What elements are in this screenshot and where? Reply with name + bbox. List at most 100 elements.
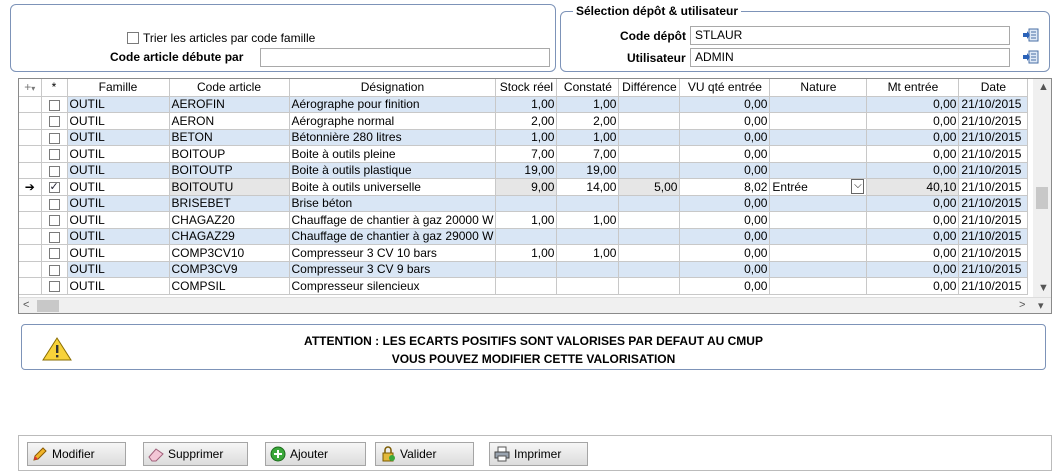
grid-vertical-scrollbar[interactable]: ▲ ▼ — [1033, 79, 1051, 297]
row-checkbox-cell[interactable] — [41, 162, 68, 179]
code-article-cell[interactable]: CHAGAZ29 — [169, 228, 290, 245]
constate-cell[interactable] — [556, 195, 620, 212]
code-article-cell[interactable]: BRISEBET — [169, 195, 290, 212]
constate-cell[interactable]: 1,00 — [556, 244, 620, 262]
table-row[interactable]: OUTIL BOITOUP Boite à outils pleine 7,00 7,0… — [19, 145, 1029, 163]
date-cell[interactable]: 21/10/2015 — [958, 228, 1029, 245]
vu-qte-entree-cell[interactable]: 0,00 — [679, 244, 771, 262]
difference-cell[interactable] — [618, 195, 681, 212]
stock-reel-cell[interactable] — [495, 228, 558, 245]
scroll-corner-down-icon[interactable]: ▾ — [1038, 299, 1044, 312]
row-checkbox-cell[interactable] — [41, 261, 68, 278]
col-vu-qte-entree[interactable]: VU qté entrée — [679, 79, 771, 97]
vu-qte-entree-cell[interactable]: 0,00 — [679, 129, 771, 146]
row-checkbox-cell[interactable] — [41, 211, 68, 229]
sort-by-family-checkbox[interactable] — [127, 32, 139, 44]
constate-cell[interactable]: 1,00 — [556, 96, 620, 113]
designation-cell[interactable]: Brise béton — [289, 195, 497, 212]
mt-entree-cell[interactable]: 0,00 — [866, 112, 960, 130]
designation-cell[interactable]: Compresseur 3 CV 9 bars — [289, 261, 497, 278]
mt-entree-cell[interactable]: 40,10 — [866, 178, 960, 196]
famille-cell[interactable]: OUTIL — [67, 112, 170, 130]
constate-cell[interactable]: 1,00 — [556, 211, 620, 229]
famille-cell[interactable]: OUTIL — [67, 261, 170, 278]
row-select-checkbox[interactable] — [48, 132, 60, 144]
famille-cell[interactable]: OUTIL — [67, 162, 170, 179]
table-row[interactable]: OUTIL AERON Aérographe normal 2,00 2,00 0,00 0… — [19, 112, 1029, 130]
scroll-up-icon[interactable]: ▲ — [1038, 81, 1049, 93]
famille-cell[interactable]: OUTIL — [67, 228, 170, 245]
row-checkbox-cell[interactable] — [41, 195, 68, 212]
famille-cell[interactable]: OUTIL — [67, 211, 170, 229]
constate-cell[interactable] — [556, 228, 620, 245]
code-article-cell[interactable]: COMPSIL — [169, 277, 290, 295]
scroll-left-icon[interactable]: < — [23, 299, 29, 311]
vu-qte-entree-cell[interactable]: 0,00 — [679, 145, 771, 163]
designation-cell[interactable]: Chauffage de chantier à gaz 20000 W — [289, 211, 497, 229]
row-checkbox-cell[interactable] — [41, 244, 68, 262]
constate-cell[interactable]: 1,00 — [556, 129, 620, 146]
nature-cell[interactable] — [769, 129, 868, 146]
vu-qte-entree-cell[interactable]: 0,00 — [679, 261, 771, 278]
depot-input[interactable]: STLAUR — [690, 26, 1010, 45]
difference-cell[interactable] — [618, 277, 681, 295]
col-code-article[interactable]: Code article — [169, 79, 290, 97]
famille-cell[interactable]: OUTIL — [67, 195, 170, 212]
table-row[interactable]: ➔ OUTILBOITOUTUBoite à outils universelle… — [19, 178, 1029, 196]
date-cell[interactable]: 21/10/2015 — [958, 211, 1029, 229]
nature-cell[interactable] — [769, 261, 868, 278]
stock-reel-cell[interactable]: 1,00 — [495, 96, 558, 113]
mt-entree-cell[interactable]: 0,00 — [866, 277, 960, 295]
col-date[interactable]: Date — [958, 79, 1029, 97]
table-row[interactable]: OUTIL COMP3CV9 Compresseur 3 CV 9 bars 0,00… — [19, 261, 1029, 278]
mt-entree-cell[interactable]: 0,00 — [866, 261, 960, 278]
designation-cell[interactable]: Chauffage de chantier à gaz 29000 W — [289, 228, 497, 245]
col-famille[interactable]: Famille — [67, 79, 170, 97]
date-cell[interactable]: 21/10/2015 — [958, 145, 1029, 163]
nature-cell[interactable] — [769, 162, 868, 179]
col-nature[interactable]: Nature — [769, 79, 868, 97]
mt-entree-cell[interactable]: 0,00 — [866, 244, 960, 262]
designation-cell[interactable]: Bétonnière 280 litres — [289, 129, 497, 146]
vu-qte-entree-cell[interactable]: 0,00 — [679, 211, 771, 229]
col-constate[interactable]: Constaté — [556, 79, 620, 97]
difference-cell[interactable] — [618, 228, 681, 245]
designation-cell[interactable]: Boite à outils pleine — [289, 145, 497, 163]
code-article-cell[interactable]: BOITOUP — [169, 145, 290, 163]
row-select-checkbox[interactable] — [48, 198, 60, 210]
vu-qte-entree-cell[interactable]: 0,00 — [679, 195, 771, 212]
scroll-right-icon[interactable]: > — [1019, 299, 1025, 311]
col-selected[interactable]: * — [41, 79, 68, 97]
mt-entree-cell[interactable]: 0,00 — [866, 129, 960, 146]
code-article-cell[interactable]: COMP3CV10 — [169, 244, 290, 262]
code-article-cell[interactable]: AEROFIN — [169, 96, 290, 113]
mt-entree-cell[interactable]: 0,00 — [866, 195, 960, 212]
vu-qte-entree-cell[interactable]: 0,00 — [679, 96, 771, 113]
row-checkbox-cell[interactable] — [41, 129, 68, 146]
designation-cell[interactable]: Aérographe pour finition — [289, 96, 497, 113]
table-row[interactable]: OUTIL COMPSIL Compresseur silencieux 0,00 0,… — [19, 277, 1029, 295]
date-cell[interactable]: 21/10/2015 — [958, 178, 1029, 196]
difference-cell[interactable]: 5,00 — [618, 178, 681, 196]
constate-cell[interactable]: 14,00 — [556, 178, 620, 196]
designation-cell[interactable]: Boite à outils plastique — [289, 162, 497, 179]
difference-cell[interactable] — [618, 112, 681, 130]
add-column-icon[interactable]: +▾ — [19, 79, 42, 97]
constate-cell[interactable]: 7,00 — [556, 145, 620, 163]
date-cell[interactable]: 21/10/2015 — [958, 244, 1029, 262]
row-checkbox-cell[interactable] — [41, 178, 68, 196]
designation-cell[interactable]: Compresseur silencieux — [289, 277, 497, 295]
nature-cell[interactable] — [769, 96, 868, 113]
date-cell[interactable]: 21/10/2015 — [958, 277, 1029, 295]
famille-cell[interactable]: OUTIL — [67, 96, 170, 113]
select-depot-icon[interactable] — [1023, 28, 1039, 42]
row-select-checkbox[interactable] — [48, 264, 60, 276]
col-difference[interactable]: Différence — [618, 79, 681, 97]
mt-entree-cell[interactable]: 0,00 — [866, 211, 960, 229]
date-cell[interactable]: 21/10/2015 — [958, 162, 1029, 179]
code-article-cell[interactable]: COMP3CV9 — [169, 261, 290, 278]
nature-cell[interactable]: Entrée ⌵ — [769, 178, 868, 196]
stock-reel-cell[interactable] — [495, 195, 558, 212]
row-checkbox-cell[interactable] — [41, 112, 68, 130]
difference-cell[interactable] — [618, 145, 681, 163]
